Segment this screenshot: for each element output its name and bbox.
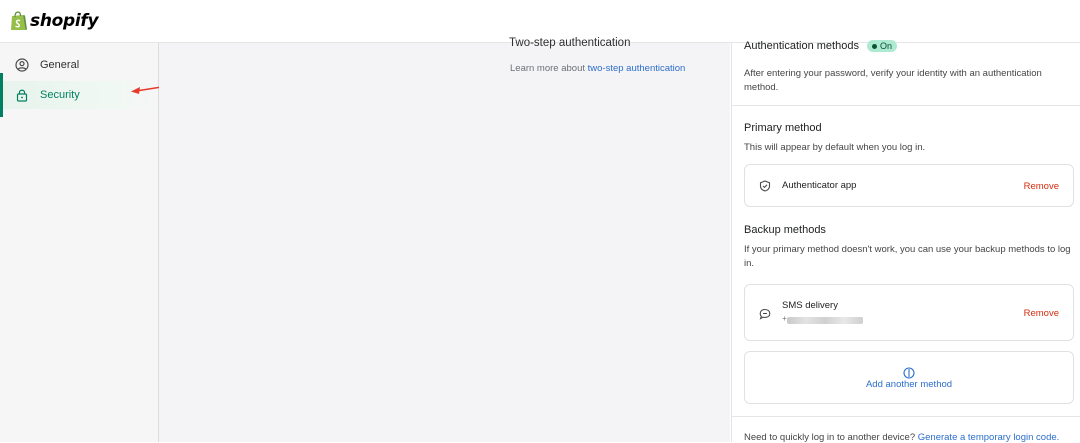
chat-bubble-icon [759, 308, 771, 320]
primary-method-card: Authenticator app Remove [744, 164, 1074, 207]
redacted-phone-number [787, 317, 863, 324]
brand-name: shopify [30, 11, 99, 31]
status-badge: On [866, 40, 897, 53]
section-title: Two-step authentication [509, 37, 631, 49]
section-description: Learn more about two-step authentication [510, 63, 686, 74]
two-step-auth-link[interactable]: two-step authentication [588, 63, 686, 74]
status-dot-icon [871, 43, 877, 49]
primary-method-description: This will appear by default when you log… [744, 142, 926, 153]
backup-method-card: SMS delivery + Remove [744, 284, 1074, 341]
backup-methods-description: If your primary method doesn't work, you… [744, 244, 1071, 269]
shield-icon [759, 180, 771, 192]
lock-icon [15, 88, 29, 102]
add-method-button[interactable]: Add another method [744, 351, 1074, 404]
remove-primary-button[interactable]: Remove [1024, 181, 1059, 192]
shopify-bag-icon [11, 11, 27, 30]
generate-login-code-link[interactable]: Generate a temporary login code. [918, 432, 1060, 443]
divider [732, 105, 1080, 106]
backup-method-name: SMS delivery [782, 300, 838, 311]
temporary-login-footer: Need to quickly log in to another device… [744, 432, 1060, 443]
primary-method-heading: Primary method [744, 122, 822, 134]
remove-backup-button[interactable]: Remove [1024, 308, 1059, 319]
add-method-label: Add another method [865, 379, 953, 390]
authentication-panel: Authentication methods On After entering … [731, 40, 1080, 443]
sidebar-item-label: Security [40, 89, 80, 101]
plus-circle-icon [903, 367, 915, 379]
auth-methods-description: After entering your password, verify you… [744, 68, 1042, 93]
shopify-logo[interactable]: shopify [10, 11, 99, 31]
divider [732, 416, 1080, 417]
sidebar: General Security [0, 43, 159, 442]
auth-methods-heading: Authentication methods On [744, 40, 897, 53]
backup-methods-heading: Backup methods [744, 224, 826, 236]
sidebar-item-label: General [40, 59, 80, 71]
settings-description-area: Two-step authentication Learn more about… [159, 37, 730, 442]
primary-method-name: Authenticator app [782, 180, 857, 191]
phone-prefix: + [782, 314, 787, 323]
user-circle-icon [15, 58, 29, 72]
